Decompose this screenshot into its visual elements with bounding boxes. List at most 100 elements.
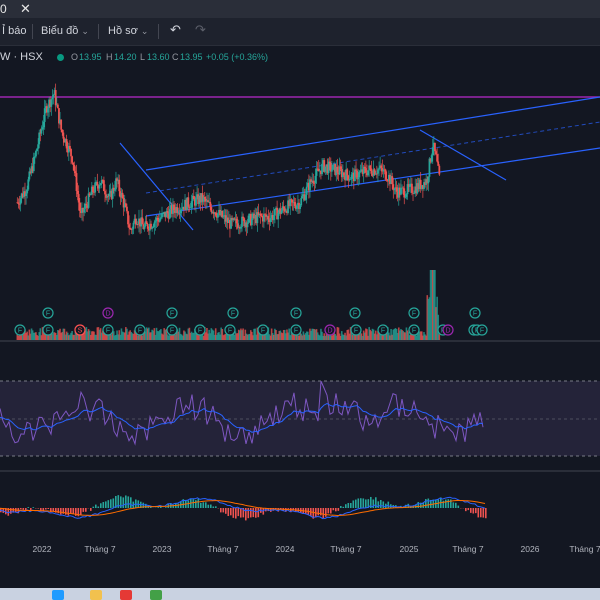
candle-body (51, 97, 54, 100)
macd-histogram-bar (97, 506, 100, 508)
macd-histogram-bar (427, 498, 430, 508)
candle-body (263, 214, 265, 222)
macd-histogram-bar (80, 508, 82, 515)
macd-histogram-bar (102, 501, 105, 508)
candle-body (19, 198, 22, 205)
candle-body (280, 210, 283, 214)
toolbar-divider (98, 24, 99, 39)
candle-body (413, 193, 416, 194)
taskbar-app-icon[interactable] (90, 590, 102, 600)
candle-body (40, 129, 43, 134)
macd-histogram-bar (467, 508, 470, 511)
change-value: +0.05 (+0.36%) (206, 52, 269, 62)
candle-body (17, 202, 20, 204)
macd-histogram-bar (255, 508, 257, 518)
macd-histogram-bar (127, 496, 130, 508)
candle-body (377, 169, 379, 174)
macd-histogram-bar (107, 500, 110, 508)
indicators-label: Ỉ báo (2, 25, 27, 37)
macd-histogram-bar (465, 508, 467, 512)
low-label: L (140, 52, 146, 62)
candle-body (209, 201, 212, 207)
candle-body (92, 186, 94, 193)
candle-body (293, 202, 296, 206)
macd-histogram-bar (130, 497, 132, 508)
event-marker-label: D (445, 328, 450, 335)
candle-body (192, 195, 195, 200)
macd-histogram-bar (320, 508, 322, 516)
macd-histogram-bar (222, 508, 225, 513)
candle-body (166, 210, 169, 214)
candle-body (131, 228, 134, 230)
candle-body (438, 165, 441, 175)
candle-body (168, 209, 171, 219)
macd-histogram-bar (237, 508, 240, 517)
macd-histogram-bar (480, 508, 482, 518)
event-marker-label: F (412, 311, 416, 318)
macd-histogram-bar (417, 502, 420, 508)
candle-body (26, 189, 29, 194)
profile-menu-button[interactable]: Hồ sơ ⌄ (108, 25, 148, 37)
macd-histogram-bar (112, 498, 115, 508)
candle-body (83, 208, 86, 213)
taskbar-app-icon[interactable] (150, 590, 162, 600)
macd-histogram-bar (60, 508, 62, 515)
redo-icon[interactable]: ↷ (195, 22, 206, 38)
candle-body (154, 221, 157, 223)
taskbar-app-icon[interactable] (52, 590, 64, 600)
tab-strip: 0 ✕ (0, 0, 600, 18)
candle-body (56, 104, 59, 109)
chart-menu-label: Biểu đồ (41, 25, 79, 37)
taskbar-app-icon[interactable] (120, 590, 132, 600)
macd-histogram-bar (332, 508, 335, 511)
macd-histogram-bar (347, 503, 350, 508)
indicators-button[interactable]: Ỉ báo (2, 25, 26, 37)
macd-histogram-bar (345, 504, 347, 508)
macd-histogram-bar (327, 508, 330, 514)
candle-body (36, 148, 38, 151)
time-axis-label: Tháng 7 (84, 544, 115, 554)
candle-body (370, 168, 373, 174)
candle-body (241, 216, 243, 227)
candle-body (129, 227, 132, 230)
candle-body (121, 192, 124, 199)
candle-body (380, 165, 383, 169)
macd-histogram-bar (322, 508, 325, 519)
macd-histogram-bar (330, 508, 332, 514)
close-icon[interactable]: ✕ (20, 1, 31, 17)
macd-histogram-bar (252, 508, 255, 518)
candle-body (404, 196, 407, 198)
macd-histogram-bar (360, 498, 362, 508)
price-chart[interactable]: FDFFFFFFFFSFFFFFFFDFFFFFDFF 2022Tháng 72… (0, 68, 600, 588)
open-label: O (71, 52, 79, 62)
candle-body (69, 145, 71, 149)
symbol-name[interactable]: W · HSX (0, 51, 43, 63)
time-axis-label: Tháng 7 (452, 544, 483, 554)
chart-menu-button[interactable]: Biểu đồ ⌄ (41, 25, 89, 37)
macd-histogram-bar (165, 507, 167, 508)
candle-body (363, 166, 366, 169)
macd-histogram-bar (207, 504, 210, 508)
undo-icon[interactable]: ↶ (170, 22, 181, 38)
candle-body (430, 155, 433, 162)
candle-body (189, 207, 192, 209)
candle-body (431, 147, 434, 156)
candle-body (332, 164, 334, 170)
candle-body (33, 156, 36, 158)
candle-body (143, 226, 146, 230)
candle-body (32, 156, 35, 172)
candle-body (124, 203, 127, 207)
tab-title[interactable]: 0 (0, 2, 7, 16)
macd-histogram-bar (95, 504, 97, 508)
volume-bar (438, 334, 441, 340)
candle-body (247, 215, 250, 223)
macd-histogram-bar (357, 498, 360, 508)
candle-body (359, 171, 362, 173)
candle-body (315, 168, 318, 176)
candle-body (134, 218, 137, 225)
event-marker-label: F (353, 311, 357, 318)
time-axis-label: Tháng 7 (569, 544, 600, 554)
toolbar-divider (32, 24, 33, 39)
macd-histogram-bar (325, 508, 327, 517)
event-marker-label: F (46, 311, 50, 318)
